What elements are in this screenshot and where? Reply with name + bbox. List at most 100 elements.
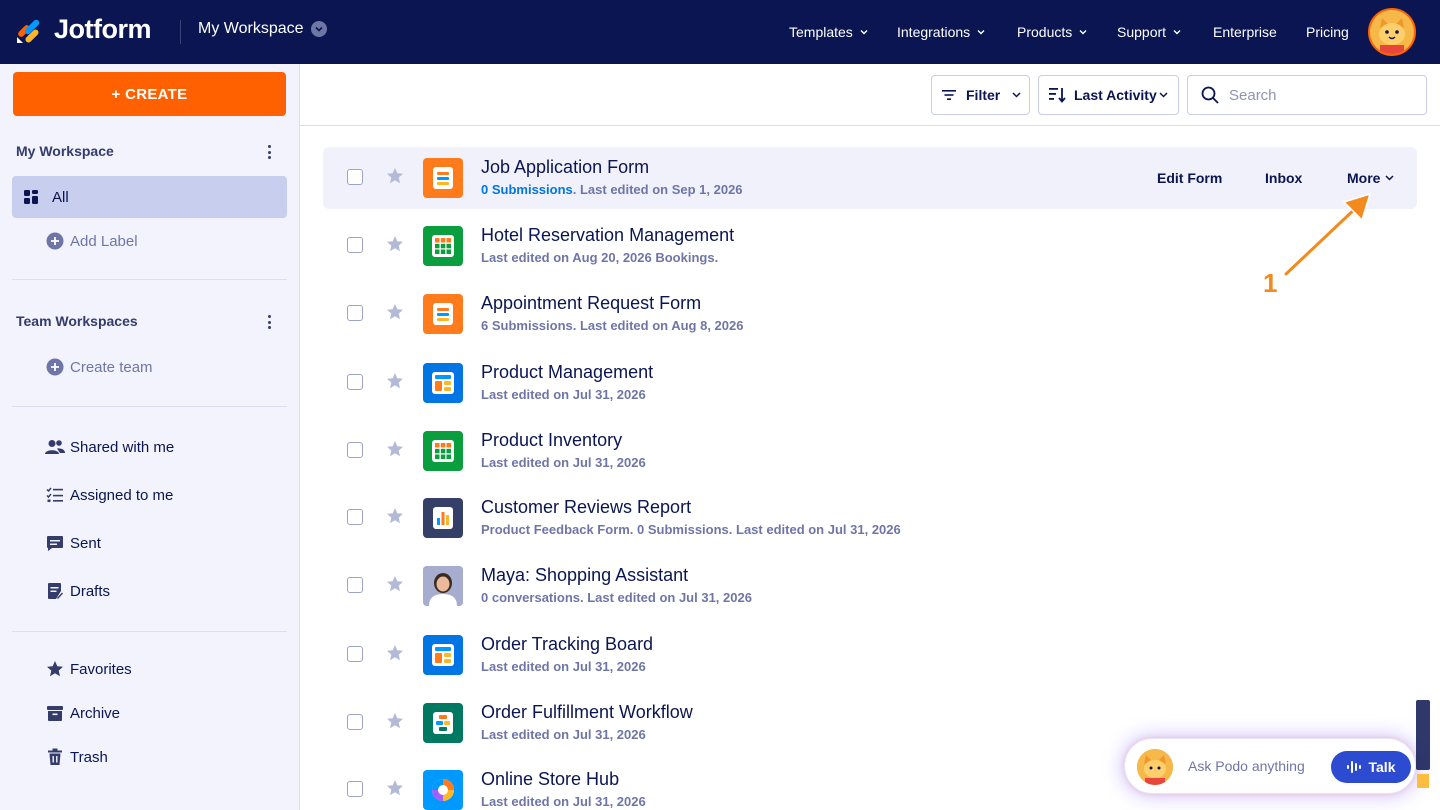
star-icon[interactable] (386, 779, 404, 797)
star-icon[interactable] (386, 507, 404, 525)
sidebar-item-archive[interactable]: Archive (12, 692, 287, 734)
list-toolbar: Filter Last Activity (300, 64, 1440, 126)
nav-templates[interactable]: Templates (789, 0, 868, 64)
item-meta: 6 Submissions. Last edited on Aug 8, 202… (481, 318, 744, 333)
workflow-icon (423, 703, 463, 743)
item-meta: Last edited on Jul 31, 2026 (481, 387, 646, 402)
nav-pricing-label: Pricing (1306, 24, 1349, 40)
create-team-text: Create team (70, 358, 153, 376)
star-icon[interactable] (386, 303, 404, 321)
talk-label: Talk (1368, 759, 1396, 775)
list-item-customer-reviews-report[interactable]: Customer Reviews Report Product Feedback… (323, 487, 1417, 549)
select-checkbox[interactable] (347, 646, 363, 662)
form-icon (423, 294, 463, 334)
chevron-down-icon (860, 30, 868, 35)
sidebar-item-create-team[interactable]: Create team (12, 346, 287, 388)
list-item-job-application-form[interactable]: Job Application Form 0 Submissions. Last… (323, 147, 1417, 209)
filter-icon (942, 90, 956, 100)
workspace-switcher[interactable]: My Workspace (198, 20, 327, 38)
star-icon[interactable] (386, 372, 404, 390)
star-icon[interactable] (386, 167, 404, 185)
list-item-appointment-request-form[interactable]: Appointment Request Form 6 Submissions. … (323, 283, 1417, 345)
talk-button[interactable]: Talk (1331, 751, 1411, 783)
item-title[interactable]: Product Management (481, 362, 653, 383)
select-checkbox[interactable] (347, 781, 363, 797)
sidebar-item-sent[interactable]: Sent (12, 522, 287, 564)
select-checkbox[interactable] (347, 714, 363, 730)
select-checkbox[interactable] (347, 577, 363, 593)
item-title[interactable]: Online Store Hub (481, 769, 619, 790)
star-icon[interactable] (386, 575, 404, 593)
star-icon (44, 658, 66, 680)
my-workspace-heading: My Workspace (16, 143, 114, 159)
nav-support[interactable]: Support (1117, 0, 1181, 64)
create-button[interactable]: + CREATE (13, 72, 286, 116)
sidebar-item-assigned[interactable]: Assigned to me (12, 474, 287, 516)
list-item-product-inventory[interactable]: Product Inventory Last edited on Jul 31,… (323, 420, 1417, 482)
item-meta: Last edited on Aug 20, 2026 Bookings. (481, 250, 719, 265)
search-input[interactable] (1229, 86, 1409, 104)
star-icon[interactable] (386, 440, 404, 458)
select-checkbox[interactable] (347, 509, 363, 525)
sidebar-item-all-label: All (52, 188, 69, 206)
top-navigation-bar: Jotform My Workspace Templates Integrati… (0, 0, 1440, 64)
chevron-down-icon (1173, 30, 1181, 35)
podo-prompt[interactable]: Ask Podo anything (1188, 758, 1305, 774)
select-checkbox[interactable] (347, 442, 363, 458)
checklist-icon (44, 484, 66, 506)
message-icon (44, 532, 66, 554)
item-title[interactable]: Product Inventory (481, 430, 622, 451)
my-workspace-options-icon[interactable] (268, 145, 272, 162)
logo-divider (180, 20, 181, 44)
sidebar: + CREATE My Workspace All Add Label Team… (0, 64, 300, 810)
nav-products[interactable]: Products (1017, 0, 1087, 64)
trash-label: Trash (70, 748, 108, 766)
sidebar-item-trash[interactable]: Trash (12, 736, 287, 778)
user-avatar[interactable] (1368, 8, 1416, 56)
grid-icon (20, 186, 42, 208)
trash-icon (44, 746, 66, 768)
sidebar-divider (12, 279, 287, 280)
select-checkbox[interactable] (347, 374, 363, 390)
podo-assistant-widget[interactable]: Ask Podo anything Talk (1124, 738, 1416, 794)
assigned-label: Assigned to me (70, 486, 174, 504)
submissions-link[interactable]: 0 Submissions (481, 182, 573, 197)
sidebar-item-favorites[interactable]: Favorites (12, 648, 287, 690)
select-checkbox[interactable] (347, 169, 363, 185)
sidebar-item-all[interactable]: All (12, 176, 287, 218)
jotform-logo-icon (16, 16, 42, 44)
plus-circle-icon (44, 356, 66, 378)
list-item-hotel-reservation-management[interactable]: Hotel Reservation Management Last edited… (323, 215, 1417, 277)
item-meta: Last edited on Jul 31, 2026 (481, 727, 646, 742)
sidebar-item-drafts[interactable]: Drafts (12, 570, 287, 612)
list-item-maya-shopping-assistant[interactable]: Maya: Shopping Assistant 0 conversations… (323, 555, 1417, 617)
report-icon (423, 498, 463, 538)
filter-button[interactable]: Filter (931, 75, 1030, 115)
edit-form-button[interactable]: Edit Form (1157, 170, 1222, 186)
nav-pricing[interactable]: Pricing (1306, 0, 1349, 64)
item-title[interactable]: Order Tracking Board (481, 634, 653, 655)
list-item-product-management[interactable]: Product Management Last edited on Jul 31… (323, 352, 1417, 414)
team-workspaces-options-icon[interactable] (268, 315, 272, 332)
item-title[interactable]: Job Application Form (481, 157, 649, 178)
star-icon[interactable] (386, 644, 404, 662)
sidebar-item-add-label[interactable]: Add Label (12, 220, 287, 262)
avatar-cat-icon (1370, 10, 1414, 54)
nav-integrations[interactable]: Integrations (897, 0, 985, 64)
star-icon[interactable] (386, 235, 404, 253)
item-title[interactable]: Hotel Reservation Management (481, 225, 734, 246)
jotform-logo[interactable]: Jotform (16, 14, 152, 45)
item-title[interactable]: Appointment Request Form (481, 293, 701, 314)
item-title[interactable]: Order Fulfillment Workflow (481, 702, 693, 723)
table-icon (423, 431, 463, 471)
item-title[interactable]: Customer Reviews Report (481, 497, 691, 518)
select-checkbox[interactable] (347, 305, 363, 321)
star-icon[interactable] (386, 712, 404, 730)
nav-enterprise[interactable]: Enterprise (1213, 0, 1277, 64)
sort-button[interactable]: Last Activity (1038, 75, 1179, 115)
item-meta: Last edited on Jul 31, 2026 (481, 455, 646, 470)
sidebar-item-shared[interactable]: Shared with me (12, 426, 287, 468)
list-item-order-tracking-board[interactable]: Order Tracking Board Last edited on Jul … (323, 624, 1417, 686)
select-checkbox[interactable] (347, 237, 363, 253)
item-title[interactable]: Maya: Shopping Assistant (481, 565, 688, 586)
